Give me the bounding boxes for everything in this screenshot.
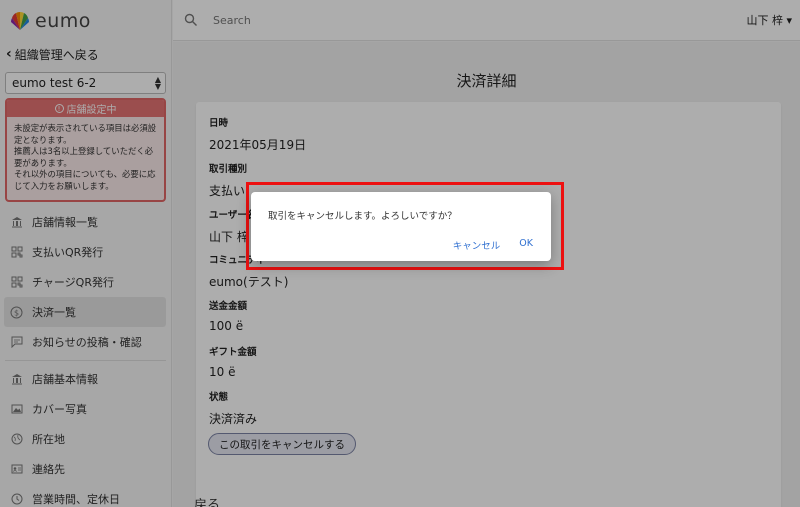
confirm-dialog: 取引をキャンセルします。よろしいですか？ キャンセル OK bbox=[251, 192, 551, 261]
dialog-actions: キャンセル OK bbox=[453, 238, 533, 252]
dialog-cancel-button[interactable]: キャンセル bbox=[453, 238, 501, 252]
dialog-ok-button[interactable]: OK bbox=[519, 238, 533, 252]
dialog-message: 取引をキャンセルします。よろしいですか？ bbox=[268, 211, 457, 222]
